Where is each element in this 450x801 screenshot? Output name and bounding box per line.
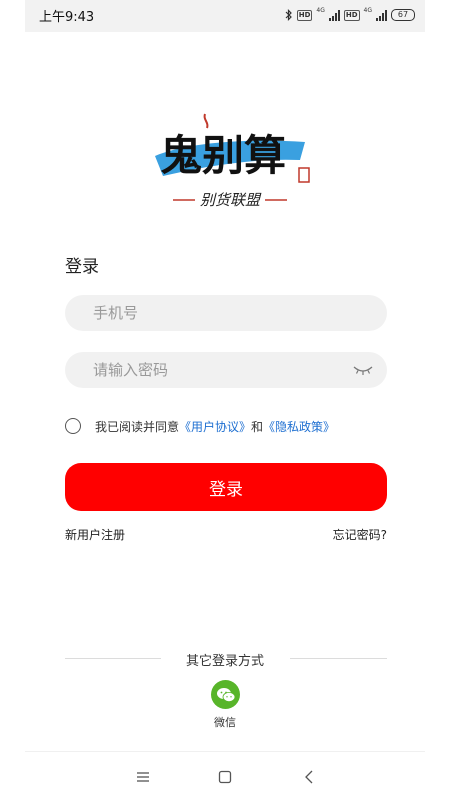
status-icons: HD 4G HD 4G 67	[285, 8, 415, 22]
back-icon	[305, 770, 313, 784]
signal-icon-2	[376, 9, 387, 21]
privacy-policy-link[interactable]: 《隐私政策》	[263, 418, 335, 435]
wechat-icon	[216, 687, 235, 702]
wechat-login-button[interactable]	[211, 680, 240, 709]
hd-icon-2: HD	[343, 9, 360, 21]
status-time: 上午9:43	[39, 10, 95, 25]
other-login-title: 其它登录方式	[185, 654, 264, 669]
logo-name: 鬼别算	[160, 131, 286, 180]
bluetooth-icon	[285, 9, 292, 21]
phone-screen: 上午9:43 HD 4G HD 4G 67 鬼别算 别货联盟 登录 我已阅读并同…	[25, 0, 425, 800]
register-link[interactable]: 新用户注册	[65, 526, 125, 543]
menu-nav-button[interactable]	[133, 767, 153, 787]
agreement-row: 我已阅读并同意 《用户协议》 和 《隐私政策》	[65, 416, 335, 436]
user-agreement-link[interactable]: 《用户协议》	[179, 418, 251, 435]
eye-closed-icon[interactable]	[353, 364, 373, 376]
wechat-label: 微信	[214, 716, 236, 729]
battery-icon: 67	[391, 9, 415, 21]
agree-radio[interactable]	[65, 418, 81, 434]
menu-icon	[137, 772, 149, 782]
network-type-label-2: 4G	[363, 7, 372, 14]
status-bar: 上午9:43 HD 4G HD 4G 67	[25, 0, 425, 32]
hd-icon: HD	[296, 9, 313, 21]
home-icon	[218, 770, 232, 784]
login-button[interactable]: 登录	[65, 463, 387, 511]
system-nav-bar	[25, 751, 425, 801]
forgot-password-link[interactable]: 忘记密码?	[333, 526, 387, 543]
login-title: 登录	[65, 257, 99, 277]
network-type-label: 4G	[316, 7, 325, 14]
home-nav-button[interactable]	[215, 767, 235, 787]
phone-input[interactable]	[65, 295, 387, 331]
logo-slogan: 别货联盟	[200, 191, 262, 209]
back-nav-button[interactable]	[299, 767, 319, 787]
signal-icon	[328, 9, 340, 21]
password-input[interactable]	[65, 352, 387, 388]
agree-prefix: 我已阅读并同意	[95, 419, 180, 434]
agree-and: 和	[251, 419, 264, 434]
app-logo: 鬼别算 别货联盟	[155, 113, 310, 209]
